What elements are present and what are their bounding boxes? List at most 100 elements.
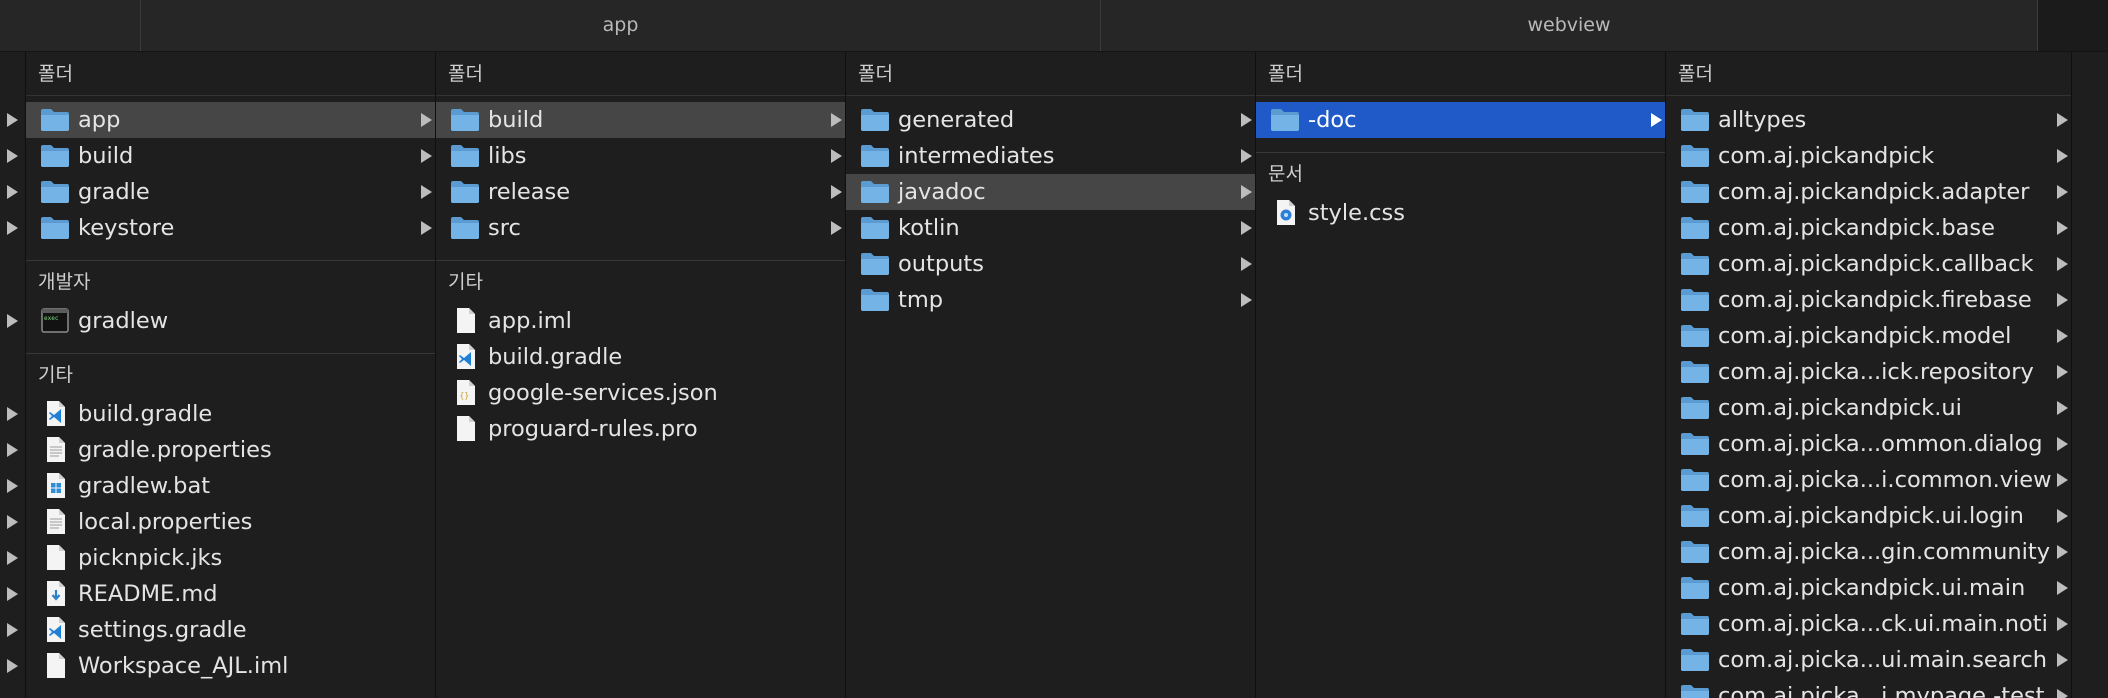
- tab-app[interactable]: app: [140, 0, 1100, 51]
- chevron-right-icon: [7, 479, 18, 493]
- folder-item[interactable]: outputs: [846, 246, 1255, 282]
- file-item[interactable]: gradle.properties: [26, 432, 435, 468]
- item-label: com.aj.pickandpick.callback: [1718, 251, 2034, 277]
- item-list: -doc: [1256, 96, 1665, 138]
- file-item[interactable]: style.css: [1256, 195, 1665, 231]
- folder-item[interactable]: com.aj.pickandpick.base: [1666, 210, 2071, 246]
- folder-item[interactable]: com.aj.picka...i.common.view: [1666, 462, 2071, 498]
- folder-item[interactable]: generated: [846, 102, 1255, 138]
- tab-overflow[interactable]: [2037, 0, 2108, 51]
- folder-item[interactable]: com.aj.picka...gin.community: [1666, 534, 2071, 570]
- folder-item[interactable]: com.aj.pickandpick: [1666, 138, 2071, 174]
- folder-item[interactable]: com.aj.picka...i.mypage.-test: [1666, 678, 2071, 698]
- tab-webview[interactable]: webview: [1100, 0, 2037, 51]
- item-label: com.aj.picka...i.common.view: [1718, 467, 2052, 493]
- folder-item[interactable]: com.aj.picka...ommon.dialog: [1666, 426, 2071, 462]
- folder-item[interactable]: com.aj.picka...ui.main.search: [1666, 642, 2071, 678]
- file-item[interactable]: picknpick.jks: [26, 540, 435, 576]
- tab-previous[interactable]: [0, 0, 140, 51]
- folder-item[interactable]: com.aj.pickandpick.firebase: [1666, 282, 2071, 318]
- folder-item[interactable]: com.aj.picka...ick.repository: [1666, 354, 2071, 390]
- svg-text:{}: {}: [460, 391, 470, 400]
- item-label: style.css: [1308, 200, 1405, 226]
- folder-item[interactable]: com.aj.pickandpick.model: [1666, 318, 2071, 354]
- folder-item[interactable]: com.aj.pickandpick.adapter: [1666, 174, 2071, 210]
- folder-icon: [450, 179, 480, 204]
- folder-item[interactable]: app: [26, 102, 435, 138]
- file-item[interactable]: Workspace_AJL.iml: [26, 648, 435, 684]
- folder-item[interactable]: com.aj.pickandpick.ui: [1666, 390, 2071, 426]
- folder-icon: [1680, 323, 1710, 348]
- folder-icon: [1680, 179, 1710, 204]
- previous-column-edge[interactable]: [0, 52, 26, 698]
- chevron-right-icon: [2057, 617, 2068, 631]
- folder-item[interactable]: build: [26, 138, 435, 174]
- item-label: com.aj.pickandpick.base: [1718, 215, 1995, 241]
- folder-icon: [1680, 503, 1710, 528]
- item-label: com.aj.pickandpick.firebase: [1718, 287, 2032, 313]
- chevron-right-icon: [2057, 329, 2068, 343]
- folder-item[interactable]: javadoc: [846, 174, 1255, 210]
- folder-item[interactable]: -doc: [1256, 102, 1665, 138]
- folder-icon: [1680, 431, 1710, 456]
- folder-icon: [860, 251, 890, 276]
- folder-item[interactable]: com.aj.pickandpick.ui.main: [1666, 570, 2071, 606]
- folder-item[interactable]: src: [436, 210, 845, 246]
- folder-item[interactable]: libs: [436, 138, 845, 174]
- file-item[interactable]: exec gradlew: [26, 303, 435, 339]
- folder-item[interactable]: build: [436, 102, 845, 138]
- folder-item[interactable]: tmp: [846, 282, 1255, 318]
- folder-item[interactable]: alltypes: [1666, 102, 2071, 138]
- css-file-icon: [1270, 200, 1300, 225]
- file-item[interactable]: app.iml: [436, 303, 845, 339]
- item-label: -doc: [1308, 107, 1357, 133]
- folder-item[interactable]: keystore: [26, 210, 435, 246]
- item-label: libs: [488, 143, 527, 169]
- section-header: 폴더: [1256, 52, 1665, 96]
- item-label: local.properties: [78, 509, 253, 535]
- section-header: 폴더: [1666, 52, 2071, 96]
- folder-item[interactable]: com.aj.pickandpick.callback: [1666, 246, 2071, 282]
- item-label: kotlin: [898, 215, 960, 241]
- folder-icon: [450, 215, 480, 240]
- item-label: com.aj.pickandpick.ui.login: [1718, 503, 2024, 529]
- file-item[interactable]: gradlew.bat: [26, 468, 435, 504]
- file-item[interactable]: build.gradle: [26, 396, 435, 432]
- folder-item[interactable]: intermediates: [846, 138, 1255, 174]
- item-label: settings.gradle: [78, 617, 247, 643]
- item-list: exec gradlew: [26, 303, 435, 339]
- chevron-right-icon: [2057, 221, 2068, 235]
- chevron-right-icon: [7, 113, 18, 127]
- item-label: src: [488, 215, 521, 241]
- item-list: build libs release src: [436, 96, 845, 246]
- item-label: gradle: [78, 179, 150, 205]
- folder-item[interactable]: com.aj.picka...ck.ui.main.noti: [1666, 606, 2071, 642]
- folder-item[interactable]: gradle: [26, 174, 435, 210]
- column-workspace: 폴더 app build gradle keystore 개발자 exec gradlew 기타…: [26, 52, 436, 698]
- folder-item[interactable]: com.aj.pickandpick.ui.login: [1666, 498, 2071, 534]
- item-label: alltypes: [1718, 107, 1807, 133]
- file-item[interactable]: settings.gradle: [26, 612, 435, 648]
- file-item[interactable]: local.properties: [26, 504, 435, 540]
- folder-icon: [450, 107, 480, 132]
- chevron-right-icon: [421, 221, 432, 235]
- item-label: proguard-rules.pro: [488, 416, 698, 442]
- file-item[interactable]: build.gradle: [436, 339, 845, 375]
- item-label: Workspace_AJL.iml: [78, 653, 289, 679]
- column-build: 폴더 generated intermediates javadoc kotlin out…: [846, 52, 1256, 698]
- folder-item[interactable]: kotlin: [846, 210, 1255, 246]
- item-label: com.aj.picka...ck.ui.main.noti: [1718, 611, 2048, 637]
- item-label: gradlew.bat: [78, 473, 211, 499]
- chevron-right-icon: [7, 443, 18, 457]
- file-item[interactable]: {} google-services.json: [436, 375, 845, 411]
- item-label: release: [488, 179, 571, 205]
- file-item[interactable]: proguard-rules.pro: [436, 411, 845, 447]
- folder-icon: [40, 179, 70, 204]
- item-list: alltypes com.aj.pickandpick com.aj.pickand…: [1666, 96, 2071, 698]
- folder-icon: [450, 143, 480, 168]
- markdown-file-icon: [40, 581, 70, 606]
- file-item[interactable]: README.md: [26, 576, 435, 612]
- folder-item[interactable]: release: [436, 174, 845, 210]
- item-label: com.aj.pickandpick: [1718, 143, 1935, 169]
- chevron-right-icon: [2057, 653, 2068, 667]
